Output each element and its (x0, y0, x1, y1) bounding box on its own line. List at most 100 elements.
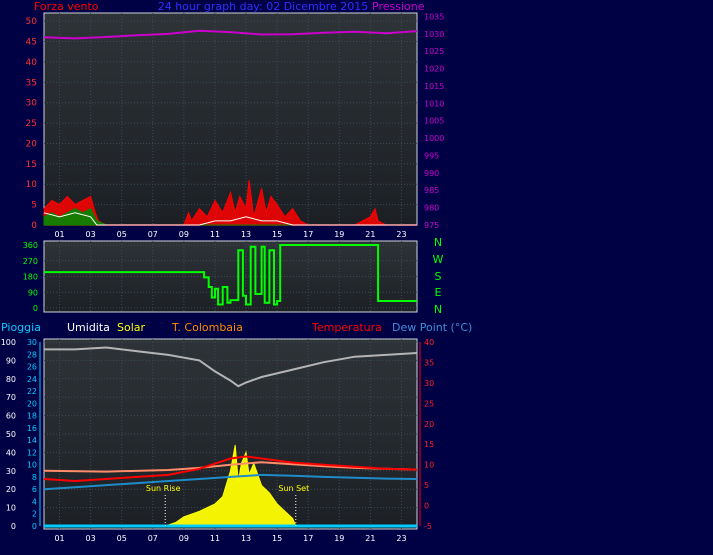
compass-label: W (433, 253, 444, 266)
rain-tick-label: 4 (32, 497, 37, 506)
humidity-label: Umidita (67, 321, 110, 334)
temperature-tick-label: 5 (424, 481, 429, 490)
x-tick-label: 19 (334, 534, 344, 543)
x-tick-label: 15 (272, 230, 282, 239)
x-tick-label: 11 (210, 534, 220, 543)
x-tick-label: 17 (303, 230, 313, 239)
direction-tick-label: 270 (23, 257, 38, 266)
pressure-tick-label: 1030 (424, 30, 444, 39)
dewpoint-label: Dew Point (°C) (392, 321, 472, 334)
temperature-tick-label: 20 (424, 420, 434, 429)
rain-tick-label: 14 (27, 436, 37, 445)
rain-tick-label: 2 (32, 510, 37, 519)
direction-tick-label: 0 (33, 304, 38, 313)
x-tick-label: 07 (148, 230, 158, 239)
pressure-tick-label: 995 (424, 151, 439, 160)
pressure-tick-label: 1020 (424, 65, 444, 74)
pressure-tick-label: 1025 (424, 47, 444, 56)
humidity-tick-label: 40 (6, 448, 16, 457)
wind-tick-label: 35 (26, 78, 37, 88)
temperature-tick-label: -5 (424, 522, 432, 531)
rain-tick-label: 24 (27, 375, 37, 384)
pressure-tick-label: 985 (424, 186, 439, 195)
compass-label: E (435, 286, 442, 299)
wind-tick-label: 15 (26, 160, 37, 170)
x-tick-label: 03 (86, 534, 96, 543)
temperature-tick-label: 0 (424, 502, 429, 511)
humidity-tick-label: 60 (6, 412, 16, 421)
rain-tick-label: 22 (27, 387, 37, 396)
tcolombaia-label: T. Colombaia (171, 321, 243, 334)
temperature-label: Temperatura (311, 321, 382, 334)
pressure-tick-label: 975 (424, 221, 439, 230)
x-tick-label: 23 (396, 230, 406, 239)
direction-tick-label: 180 (23, 273, 38, 282)
humidity-tick-label: 90 (6, 356, 16, 365)
x-tick-label: 01 (54, 534, 64, 543)
pressure-tick-label: 1015 (424, 82, 444, 91)
temperature-tick-label: 15 (424, 440, 434, 449)
pressure-axis-label: Pressione (372, 0, 425, 13)
temperature-tick-label: 25 (424, 399, 434, 408)
rain-tick-label: 10 (27, 461, 37, 470)
wind-tick-label: 45 (26, 38, 37, 48)
rain-label: Pioggia (1, 321, 41, 334)
x-tick-label: 07 (148, 534, 158, 543)
compass-label: N (434, 236, 442, 249)
compass-label: N (434, 303, 442, 316)
x-tick-label: 13 (241, 230, 251, 239)
wind-tick-label: 40 (26, 58, 38, 68)
pressure-tick-label: 1010 (424, 99, 444, 108)
pressure-tick-label: 1035 (424, 12, 444, 21)
pressure-tick-label: 1000 (424, 134, 444, 143)
x-tick-label: 19 (334, 230, 344, 239)
pressure-tick-label: 1005 (424, 117, 444, 126)
x-tick-label: 21 (365, 230, 375, 239)
rain-tick-label: 28 (27, 350, 37, 359)
compass-label: S (435, 270, 442, 283)
humidity-tick-label: 20 (6, 485, 16, 494)
x-tick-label: 03 (86, 230, 96, 239)
pressure-tick-label: 980 (424, 204, 439, 213)
humidity-tick-label: 30 (6, 467, 16, 476)
rain-tick-label: 16 (27, 424, 37, 433)
x-tick-label: 09 (179, 534, 189, 543)
humidity-tick-label: 70 (6, 393, 16, 402)
humidity-tick-label: 100 (1, 338, 16, 347)
x-tick-label: 11 (210, 230, 220, 239)
rain-tick-label: 30 (27, 338, 37, 347)
wind-tick-label: 5 (31, 201, 37, 211)
humidity-tick-label: 50 (6, 430, 16, 439)
x-tick-label: 21 (365, 534, 375, 543)
rain-tick-label: 6 (32, 485, 37, 494)
rain-tick-label: 0 (32, 522, 37, 531)
rain-tick-label: 20 (27, 399, 37, 408)
weather-dashboard: Forza vento 24 hour graph day: 02 Dicemb… (1, 0, 473, 543)
humidity-tick-label: 0 (11, 522, 16, 531)
temperature-tick-label: 35 (424, 358, 434, 367)
wind-tick-label: 10 (26, 180, 38, 190)
wind-axis-label: Forza vento (34, 0, 99, 13)
rain-tick-label: 8 (32, 473, 37, 482)
x-tick-label: 15 (272, 534, 282, 543)
humidity-tick-label: 80 (6, 375, 16, 384)
humidity-tick-label: 10 (6, 504, 16, 513)
wind-tick-label: 25 (26, 119, 37, 129)
chart-title: 24 hour graph day: 02 Dicembre 2015 (158, 0, 369, 13)
x-tick-label: 17 (303, 534, 313, 543)
x-tick-label: 01 (54, 230, 64, 239)
x-tick-label: 13 (241, 534, 251, 543)
wind-tick-label: 50 (26, 17, 38, 27)
sun-marker-label: Sun Rise (146, 484, 181, 493)
wind-tick-label: 0 (31, 221, 37, 231)
temperature-tick-label: 30 (424, 379, 434, 388)
wind-tick-label: 30 (26, 99, 38, 109)
solar-label: Solar (117, 321, 146, 334)
x-tick-label: 05 (117, 534, 127, 543)
temperature-tick-label: 10 (424, 461, 434, 470)
x-tick-label: 09 (179, 230, 189, 239)
rain-tick-label: 18 (27, 412, 37, 421)
wind-tick-label: 20 (26, 139, 38, 149)
temperature-tick-label: 40 (424, 338, 434, 347)
rain-tick-label: 12 (27, 448, 37, 457)
